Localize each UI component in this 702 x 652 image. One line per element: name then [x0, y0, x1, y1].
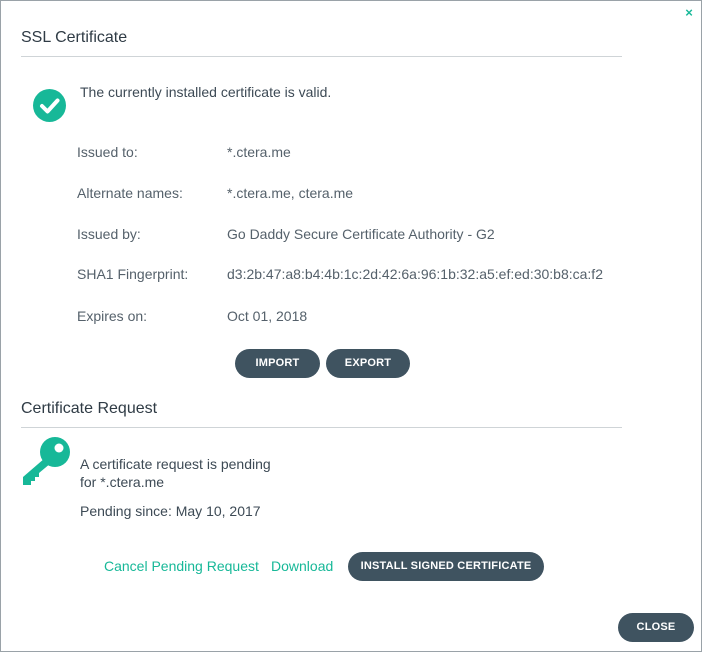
ssl-certificate-title: SSL Certificate — [21, 29, 128, 46]
detail-value: *.ctera.me — [227, 144, 291, 160]
key-icon — [23, 437, 70, 485]
pending-since-text: Pending since: May 10, 2017 — [80, 503, 261, 519]
export-button[interactable]: EXPORT — [326, 349, 410, 378]
detail-label: Issued to: — [77, 144, 138, 160]
certificate-request-title: Certificate Request — [21, 400, 158, 417]
detail-label: SHA1 Fingerprint: — [77, 266, 189, 282]
request-message-line1: A certificate request is pending — [80, 456, 271, 472]
certificate-status-message: The currently installed certificate is v… — [80, 84, 332, 100]
detail-value: Go Daddy Secure Certificate Authority - … — [227, 226, 495, 242]
detail-value: d3:2b:47:a8:b4:4b:1c:2d:42:6a:96:1b:32:a… — [227, 266, 603, 282]
detail-value: *.ctera.me, ctera.me — [227, 185, 354, 201]
import-button[interactable]: IMPORT — [235, 349, 320, 378]
ssl-certificate-dialog: × SSL Certificate The currently installe… — [0, 0, 702, 652]
request-divider — [21, 427, 622, 428]
ssl-divider — [21, 56, 622, 57]
cancel-pending-request-link[interactable]: Cancel Pending Request — [104, 558, 259, 574]
close-icon[interactable]: × — [683, 6, 695, 19]
install-signed-certificate-button[interactable]: INSTALL SIGNED CERTIFICATE — [348, 552, 544, 581]
detail-label: Expires on: — [77, 308, 148, 324]
detail-label: Alternate names: — [77, 185, 183, 201]
detail-value: Oct 01, 2018 — [227, 308, 308, 324]
request-message-line2: for *.ctera.me — [80, 474, 165, 490]
detail-label: Issued by: — [77, 226, 141, 242]
close-button[interactable]: CLOSE — [618, 613, 694, 642]
check-circle-icon — [33, 89, 66, 122]
download-link[interactable]: Download — [271, 558, 333, 574]
